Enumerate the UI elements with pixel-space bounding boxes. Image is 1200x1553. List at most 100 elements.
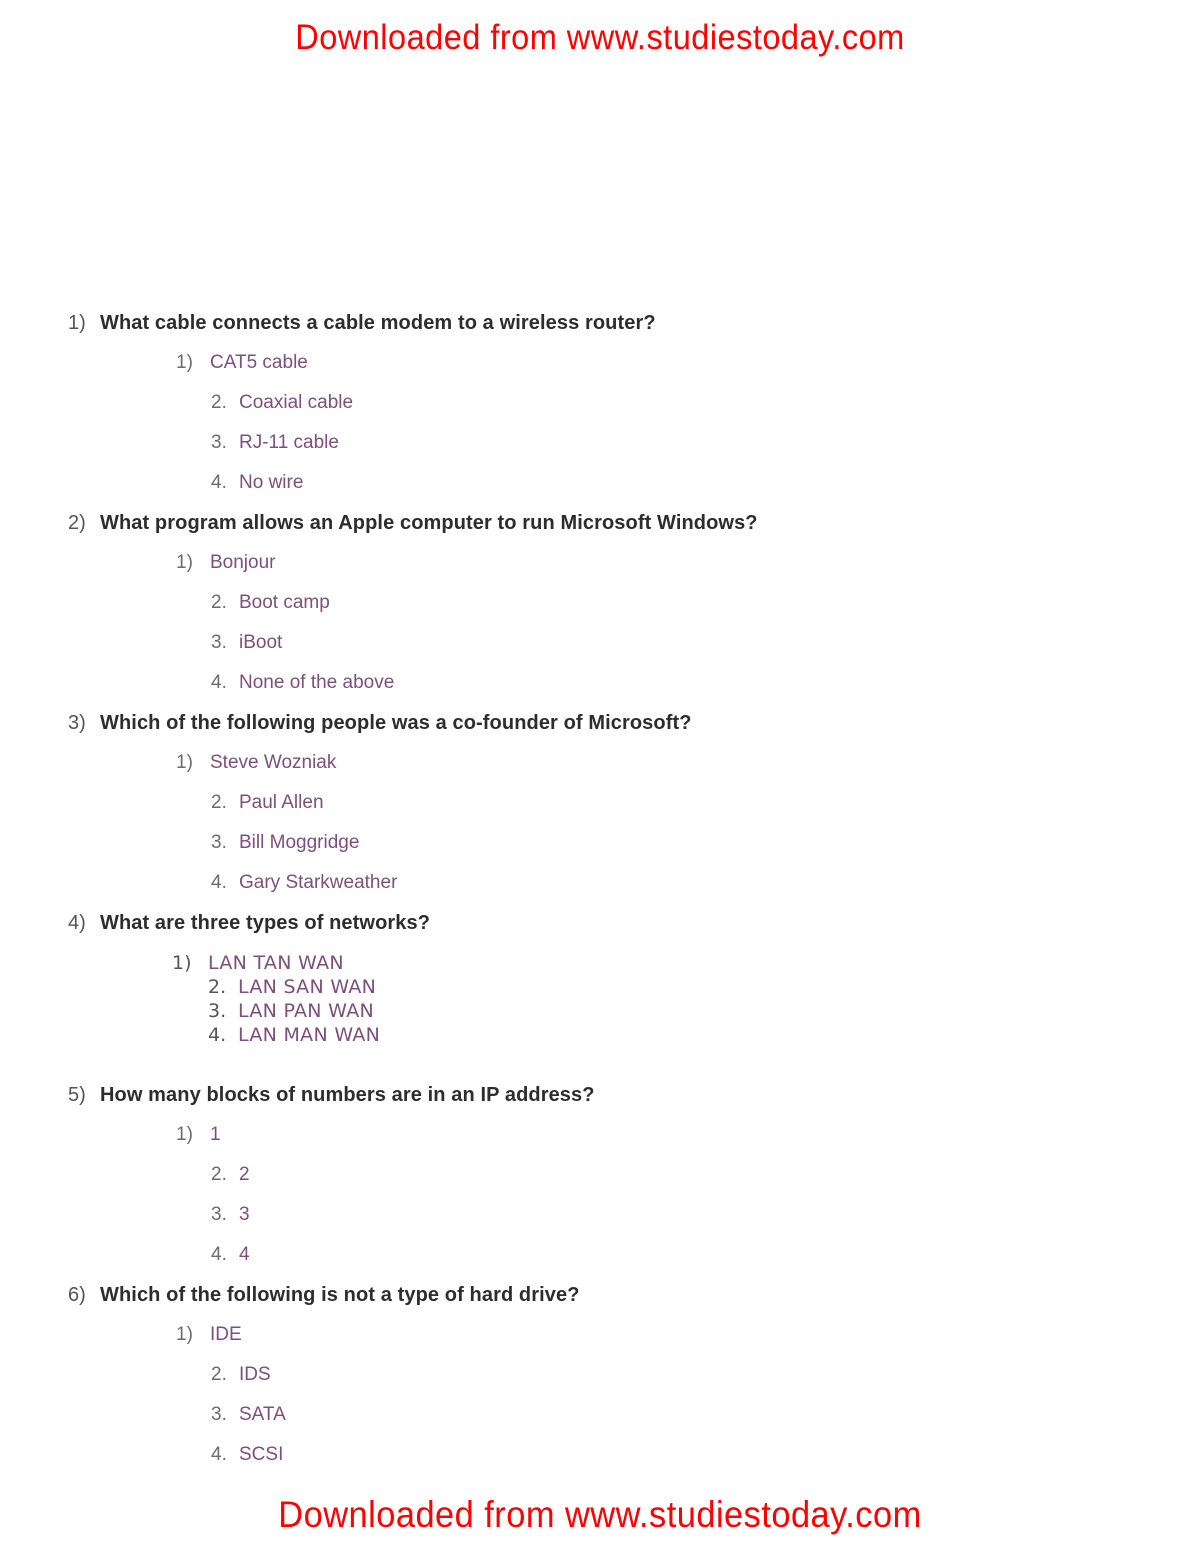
question-text: Which of the following is not a type of … [100,1284,580,1306]
question-text: What program allows an Apple computer to… [100,512,758,534]
option-marker: 1) [176,352,193,373]
option-text: 4 [239,1244,250,1265]
question-line: 6) Which of the following is not a type o… [0,1284,1200,1324]
option-marker: 1) [176,1124,193,1145]
question-text: Which of the following people was a co-f… [100,712,692,734]
question-block: 2) What program allows an Apple computer … [0,512,1200,712]
option-marker: 1) [176,752,193,773]
option-list: 1) CAT5 cable 2. Coaxial cable 3. RJ-11 cable… [0,352,1200,512]
question-block: 5) How many blocks of numbers are in an I… [0,1084,1200,1284]
option-row[interactable]: 1) CAT5 cable [0,352,1200,392]
option-list: 1) LAN TAN WAN 2. LAN SAN WAN 3. LAN PAN WAN 4… [0,952,1200,1048]
option-row[interactable]: 1) 1 [0,1124,1200,1164]
option-text: Bonjour [210,552,276,573]
option-row[interactable]: 1) Bonjour [0,552,1200,592]
option-row[interactable]: 4. SCSI [0,1444,1200,1484]
option-row[interactable]: 2. Coaxial cable [0,392,1200,432]
option-row[interactable]: 2. LAN SAN WAN [0,976,1200,1000]
question-block: 3) Which of the following people was a co… [0,712,1200,912]
document-page: Downloaded from www.studiestoday.com 1) W… [0,0,1200,1553]
question-text: What are three types of networks? [100,912,431,934]
watermark-top: Downloaded from www.studiestoday.com [295,18,905,57]
option-text: CAT5 cable [210,352,308,373]
option-marker: 4. [211,472,227,493]
option-row[interactable]: 4. LAN MAN WAN [0,1024,1200,1048]
option-marker: 3. [211,832,227,853]
question-block: 6) Which of the following is not a type o… [0,1284,1200,1484]
option-row[interactable]: 4. None of the above [0,672,1200,712]
option-text: 1 [210,1124,221,1145]
option-row[interactable]: 2. 2 [0,1164,1200,1204]
question-line: 1) What cable connects a cable modem to a… [0,312,1200,352]
option-row[interactable]: 3. LAN PAN WAN [0,1000,1200,1024]
option-marker: 4. [211,872,227,893]
option-text: iBoot [239,632,283,653]
option-marker: 3. [211,632,227,653]
option-row[interactable]: 3. SATA [0,1404,1200,1444]
option-text: Steve Wozniak [210,752,337,773]
option-row[interactable]: 1) Steve Wozniak [0,752,1200,792]
question-line: 4) What are three types of networks? [0,912,1200,952]
option-marker: 2. [211,392,227,413]
option-marker: 4. [211,672,227,693]
option-marker: 2. [208,976,227,998]
question-number: 4) [68,912,86,934]
option-marker: 3. [211,1404,227,1425]
question-line: 2) What program allows an Apple computer … [0,512,1200,552]
option-text: Paul Allen [239,792,324,813]
option-list: 1) Bonjour 2. Boot camp 3. iBoot 4. None of the… [0,552,1200,712]
option-text: RJ-11 cable [239,432,339,453]
option-text: LAN SAN WAN [238,976,377,998]
option-text: Bill Moggridge [239,832,360,853]
watermark-bottom: Downloaded from www.studiestoday.com [278,1494,922,1535]
option-row[interactable]: 3. Bill Moggridge [0,832,1200,872]
option-row[interactable]: 4. 4 [0,1244,1200,1284]
option-marker: 2. [211,1164,227,1185]
option-list: 1) IDE 2. IDS 3. SATA 4. SCSI [0,1324,1200,1484]
question-line: 5) How many blocks of numbers are in an I… [0,1084,1200,1124]
option-row[interactable]: 4. Gary Starkweather [0,872,1200,912]
option-row[interactable]: 2. IDS [0,1364,1200,1404]
option-list: 1) Steve Wozniak 2. Paul Allen 3. Bill Moggri… [0,752,1200,912]
option-text: Boot camp [239,592,330,613]
option-row[interactable]: 4. No wire [0,472,1200,512]
question-number: 6) [68,1284,86,1306]
option-list: 1) 1 2. 2 3. 3 4. 4 [0,1124,1200,1284]
question-number: 3) [68,712,86,734]
question-line: 3) Which of the following people was a co… [0,712,1200,752]
option-text: SCSI [239,1444,284,1465]
option-text: SATA [239,1404,286,1425]
option-row[interactable]: 3. RJ-11 cable [0,432,1200,472]
question-block: 1) What cable connects a cable modem to a… [0,312,1200,512]
question-list: 1) What cable connects a cable modem to a… [0,312,1200,1484]
option-marker: 3. [211,1204,227,1225]
option-text: LAN TAN WAN [208,952,344,974]
option-marker: 3. [208,1000,227,1022]
option-marker: 4. [208,1024,227,1046]
option-row[interactable]: 1) IDE [0,1324,1200,1364]
question-block: 4) What are three types of networks? 1) LAN… [0,912,1200,1084]
option-row[interactable]: 3. 3 [0,1204,1200,1244]
option-row[interactable]: 1) LAN TAN WAN [0,952,1200,976]
option-marker: 1) [172,952,192,974]
option-text: LAN PAN WAN [238,1000,375,1022]
option-marker: 1) [176,1324,193,1345]
option-text: 2 [239,1164,250,1185]
option-row[interactable]: 2. Boot camp [0,592,1200,632]
option-marker: 3. [211,432,227,453]
option-row[interactable]: 3. iBoot [0,632,1200,672]
option-text: No wire [239,472,304,493]
option-marker: 2. [211,592,227,613]
option-text: IDE [210,1324,242,1345]
option-marker: 1) [176,552,193,573]
option-text: 3 [239,1204,250,1225]
question-text: What cable connects a cable modem to a w… [100,312,656,334]
question-text: How many blocks of numbers are in an IP … [100,1084,595,1106]
option-row[interactable]: 2. Paul Allen [0,792,1200,832]
option-text: IDS [239,1364,271,1385]
option-text: Coaxial cable [239,392,354,413]
option-marker: 2. [211,1364,227,1385]
question-number: 5) [68,1084,86,1106]
option-marker: 4. [211,1444,227,1465]
